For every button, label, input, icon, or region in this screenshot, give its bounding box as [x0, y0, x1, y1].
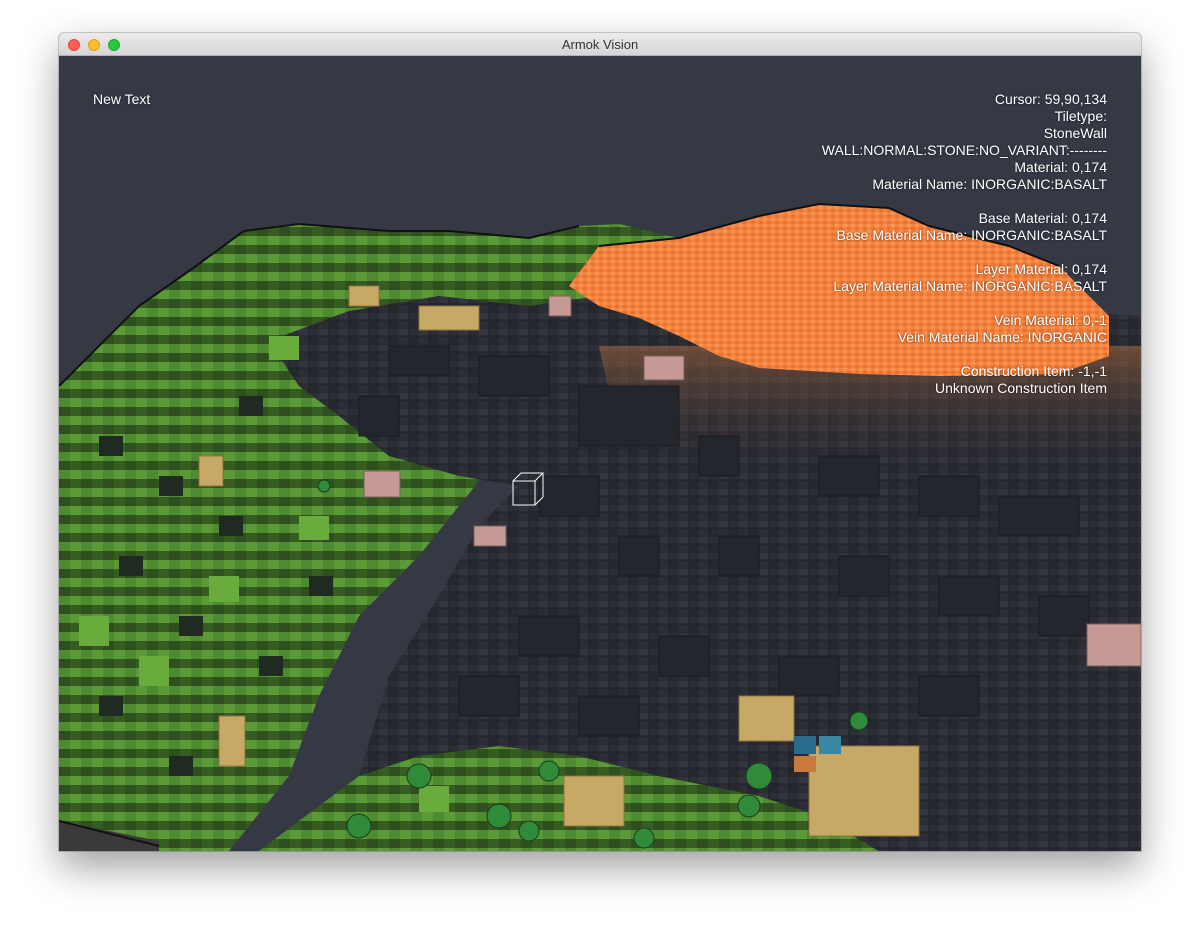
info-vein-material: Vein Material: 0,-1: [994, 312, 1107, 328]
info-tiletype: StoneWall: [1043, 125, 1107, 141]
info-material: Material: 0,174: [1014, 159, 1107, 175]
info-base-material-name: Base Material Name: INORGANIC:BASALT: [836, 227, 1107, 243]
title-bar[interactable]: Armok Vision: [59, 33, 1141, 56]
info-construction-item: Construction Item: -1,-1: [960, 363, 1107, 379]
info-tiletype-detail: WALL:NORMAL:STONE:NO_VARIANT:--------: [821, 142, 1107, 158]
window-title: Armok Vision: [561, 37, 639, 52]
info-cursor: Cursor: 59,90,134: [994, 91, 1107, 107]
info-layer-material-name: Layer Material Name: INORGANIC:BASALT: [833, 278, 1107, 294]
info-vein-material-name: Vein Material Name: INORGANIC: [897, 329, 1107, 345]
game-viewport[interactable]: New Text Cursor: 59,90,134 Tiletype: Sto…: [59, 56, 1141, 851]
info-base-material: Base Material: 0,174: [978, 210, 1107, 226]
info-layer-material: Layer Material: 0,174: [975, 261, 1107, 277]
tile-info-panel: Cursor: 59,90,134 Tiletype: StoneWall WA…: [587, 91, 1107, 397]
info-construction-item-name: Unknown Construction Item: [935, 380, 1107, 396]
info-material-name: Material Name: INORGANIC:BASALT: [872, 176, 1107, 192]
app-window: Armok Vision New Text Cursor: 59,90,134 …: [59, 33, 1141, 851]
hud-left-label: New Text: [93, 91, 151, 107]
info-tiletype-label: Tiletype:: [1054, 108, 1107, 124]
